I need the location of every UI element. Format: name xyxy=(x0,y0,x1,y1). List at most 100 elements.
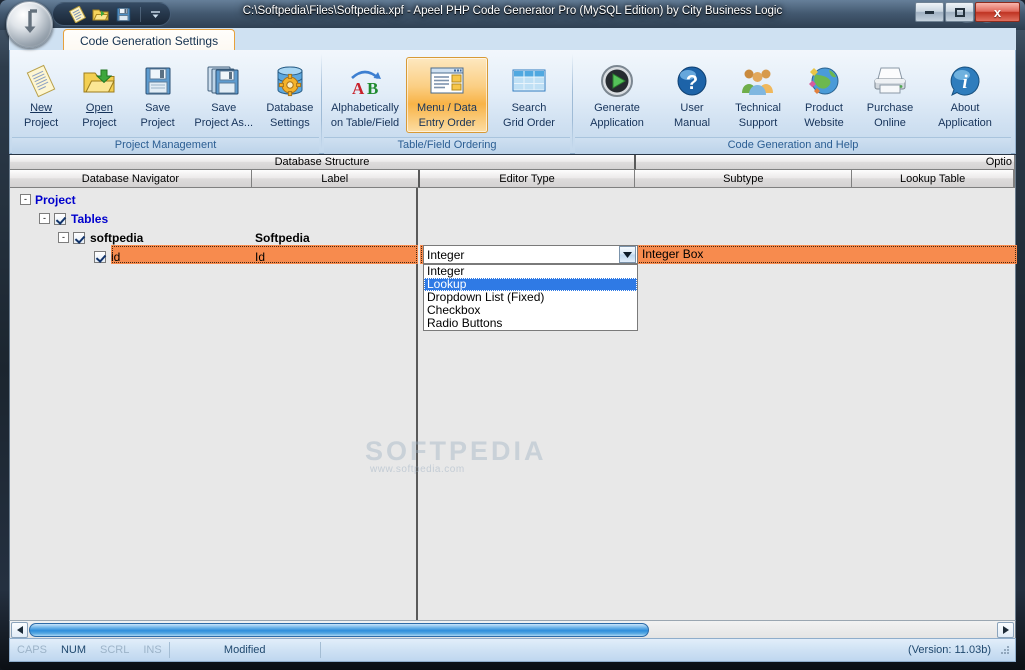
ribbon-group-label-code-generation-help: Code Generation and Help xyxy=(575,137,1011,154)
question-sphere-icon: ? xyxy=(675,62,709,100)
column-header-subtype[interactable]: Subtype xyxy=(635,170,853,188)
tree-node-checkbox[interactable] xyxy=(94,250,106,263)
svg-text:A: A xyxy=(352,79,365,98)
database-gear-icon xyxy=(273,62,307,100)
save-project-label-line2: Project xyxy=(140,117,175,129)
ribbon-group-items: A B Alphabetically on Table/Field Menu /… xyxy=(324,53,570,137)
status-scrl: SCRL xyxy=(100,644,130,656)
statusbar: CAPS NUM SCRL INS Modified (Version: 11.… xyxy=(9,638,1016,662)
new-project-icon[interactable] xyxy=(68,5,87,23)
save-project-button[interactable]: Save Project xyxy=(129,57,187,133)
new-document-icon xyxy=(24,62,58,100)
tree-node-label: Project xyxy=(35,192,76,207)
people-group-icon xyxy=(740,62,776,100)
purchase-online-label-line2: Online xyxy=(874,117,906,129)
grid-column-header-row: Database Navigator Label Editor Type Sub… xyxy=(10,170,1015,188)
maximize-icon xyxy=(954,7,965,17)
search-grid-order-button[interactable]: Search Grid Order xyxy=(488,57,570,133)
technical-support-button[interactable]: Technical Support xyxy=(725,57,791,133)
sort-ab-icon: A B xyxy=(345,62,385,100)
info-sphere-icon: i xyxy=(948,62,982,100)
tree-node-project[interactable]: - Project xyxy=(10,190,416,209)
printer-icon xyxy=(872,62,908,100)
open-folder-icon xyxy=(82,62,116,100)
save-project-label-line1: Save xyxy=(145,102,171,114)
new-project-button[interactable]: New Project xyxy=(12,57,70,133)
generate-application-button[interactable]: Generate Application xyxy=(575,57,659,133)
column-header-database-navigator[interactable]: Database Navigator xyxy=(10,170,252,188)
column-header-lookup-table[interactable]: Lookup Table xyxy=(852,170,1014,188)
qat-separator xyxy=(140,6,141,22)
quick-access-toolbar xyxy=(52,2,171,26)
database-settings-label-line1: Database xyxy=(266,102,314,114)
floppy-disk-stack-icon xyxy=(206,62,242,100)
status-ins: INS xyxy=(143,644,162,656)
tree-node-id[interactable]: id Id xyxy=(10,247,416,266)
tree-node-checkbox[interactable] xyxy=(73,231,85,244)
ribbon-group-project-management: New Project Open Project Save Project Sa… xyxy=(10,50,321,154)
tab-code-generation-settings[interactable]: Code Generation Settings xyxy=(63,29,236,51)
group-header-options[interactable]: Optio xyxy=(636,155,1015,170)
expander-icon[interactable]: - xyxy=(39,213,50,224)
horizontal-scrollbar[interactable] xyxy=(9,620,1016,638)
chevron-down-icon[interactable] xyxy=(149,8,162,21)
product-website-label-line1: Product xyxy=(805,102,843,114)
floppy-disk-icon xyxy=(141,62,175,100)
expander-icon[interactable]: - xyxy=(58,232,69,243)
status-divider xyxy=(319,642,321,658)
tree-node-checkbox[interactable] xyxy=(54,212,66,225)
svg-text:B: B xyxy=(367,79,378,98)
search-grid-order-label-line1: Search xyxy=(511,102,547,114)
purchase-online-button[interactable]: Purchase Online xyxy=(857,57,923,133)
application-window: C:\Softpedia\Files\Softpedia.xpf - Apeel… xyxy=(0,0,1025,670)
save-project-as-label-line2: Project As... xyxy=(194,117,254,129)
group-header-database-structure[interactable]: Database Structure xyxy=(10,155,636,170)
svg-text:i: i xyxy=(962,72,968,93)
menu-data-entry-order-button[interactable]: Menu / Data Entry Order xyxy=(406,57,488,133)
search-grid-order-label-line2: Grid Order xyxy=(503,117,555,129)
grid-group-header-row: Database Structure Optio xyxy=(10,155,1015,170)
editor-type-combobox[interactable]: Integer xyxy=(423,245,638,264)
tree-node-tables[interactable]: - Tables xyxy=(10,209,416,228)
alphabetically-order-label-line1: Alphabetically xyxy=(331,102,399,114)
tree-node-second-label: Id xyxy=(255,249,266,264)
chevron-down-icon[interactable] xyxy=(619,246,636,263)
scrollbar-thumb[interactable] xyxy=(29,622,649,637)
database-tree: - Project - Tables - softpedia Softpedia xyxy=(10,188,418,266)
alphabetically-order-label-line2: on Table/Field xyxy=(330,117,400,129)
ribbon-group-label-project-management: Project Management xyxy=(12,137,319,154)
database-settings-button[interactable]: Database Settings xyxy=(261,57,319,133)
user-manual-button[interactable]: ? User Manual xyxy=(659,57,725,133)
tree-node-label: id xyxy=(111,249,121,264)
scrollbar-track[interactable] xyxy=(29,622,996,638)
maximize-button[interactable] xyxy=(945,2,974,22)
save-project-as-button[interactable]: Save Project As... xyxy=(187,57,261,133)
play-circle-icon xyxy=(600,62,634,100)
subtype-cell-value[interactable]: Integer Box xyxy=(642,247,703,261)
scroll-right-icon[interactable] xyxy=(997,621,1014,638)
save-project-icon[interactable] xyxy=(115,6,132,23)
scroll-left-icon[interactable] xyxy=(11,621,28,638)
open-project-icon[interactable] xyxy=(92,6,109,23)
product-website-button[interactable]: Product Website xyxy=(791,57,857,133)
column-header-label[interactable]: Label xyxy=(251,170,420,188)
about-application-button[interactable]: i About Application xyxy=(923,57,1007,133)
tab-label: Code Generation Settings xyxy=(80,34,219,48)
menu-data-entry-order-label-line2: Entry Order xyxy=(418,117,476,129)
technical-support-label-line1: Technical xyxy=(735,102,781,114)
application-menu-button[interactable] xyxy=(6,1,53,48)
ribbon-group-label-table-field-ordering: Table/Field Ordering xyxy=(324,137,570,154)
user-manual-label-line1: User xyxy=(680,102,704,114)
minimize-button[interactable] xyxy=(915,2,944,22)
resize-grip-icon[interactable] xyxy=(998,643,1012,657)
status-modified: Modified xyxy=(223,644,266,656)
ribbon-group-code-generation-help: Generate Application ? User Manual Techn… xyxy=(573,50,1013,154)
close-button[interactable]: x xyxy=(975,2,1020,22)
purchase-online-label-line1: Purchase xyxy=(866,102,914,114)
expander-icon[interactable]: - xyxy=(20,194,31,205)
alphabetically-order-button[interactable]: A B Alphabetically on Table/Field xyxy=(324,57,406,133)
column-header-editor-type[interactable]: Editor Type xyxy=(419,170,636,188)
open-project-button[interactable]: Open Project xyxy=(70,57,128,133)
window-controls: x xyxy=(914,2,1020,22)
dropdown-option-radio-buttons[interactable]: Radio Buttons xyxy=(424,317,637,330)
